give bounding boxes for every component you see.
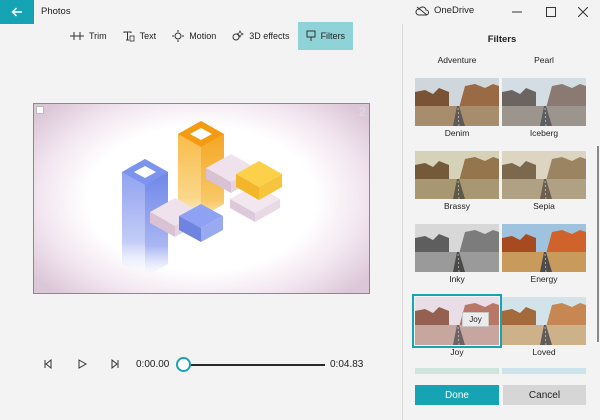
- title-bar: Photos OneDrive: [0, 0, 600, 24]
- close-icon: [578, 7, 588, 17]
- edit-toolbar: Trim Text Motion 3D effects Filters: [62, 22, 354, 50]
- filter-thumbnail-denim[interactable]: [415, 78, 499, 126]
- filter-thumbnail-partial: [502, 368, 586, 374]
- filter-thumbnail-iceberg[interactable]: [502, 78, 586, 126]
- onedrive-label: OneDrive: [434, 5, 475, 16]
- filters-icon: [306, 30, 316, 41]
- app-title: Photos: [41, 6, 71, 17]
- play-icon: [78, 359, 87, 369]
- onedrive-status[interactable]: OneDrive: [415, 5, 474, 16]
- filters-panel-title: Filters: [487, 34, 517, 45]
- tab-3d-effects[interactable]: 3D effects: [224, 22, 297, 50]
- step-forward-icon: [111, 359, 119, 369]
- arrow-left-icon: [11, 7, 22, 17]
- tab-text[interactable]: Text: [115, 22, 165, 50]
- tab-filters[interactable]: Filters: [297, 22, 354, 50]
- filter-label-loved: Loved: [532, 347, 556, 357]
- tab-filters-label: Filters: [320, 31, 346, 41]
- current-time: 0:00.00: [136, 359, 170, 370]
- back-button[interactable]: [0, 0, 34, 24]
- corner-number: 2: [358, 104, 366, 119]
- corner-marker: [36, 106, 44, 114]
- maximize-button[interactable]: [534, 0, 568, 24]
- filter-label-pearl: Pearl: [534, 55, 554, 65]
- filter-thumbnail-energy[interactable]: [502, 224, 586, 272]
- play-button[interactable]: [75, 358, 89, 370]
- done-button[interactable]: Done: [415, 385, 499, 405]
- isometric-blocks-image: [122, 121, 282, 277]
- filter-label-brassy: Brassy: [444, 201, 470, 211]
- tab-motion[interactable]: Motion: [164, 22, 224, 50]
- motion-icon: [172, 30, 185, 42]
- panel-scrollbar[interactable]: [597, 146, 599, 342]
- close-button[interactable]: [566, 0, 600, 24]
- text-icon: [123, 31, 135, 41]
- filter-label-adventure: Adventure: [437, 55, 477, 65]
- filter-label-iceberg: Iceberg: [529, 128, 559, 138]
- video-preview[interactable]: 2: [33, 103, 370, 294]
- total-time: 0:04.83: [330, 359, 364, 370]
- filter-label-sepia: Sepia: [533, 201, 555, 211]
- filter-thumbnail-sepia[interactable]: [502, 151, 586, 199]
- filter-thumbnail-loved[interactable]: [502, 297, 586, 345]
- tab-trim-label: Trim: [89, 31, 107, 41]
- trim-icon: [70, 32, 84, 40]
- filter-thumbnail-brassy[interactable]: [415, 151, 499, 199]
- minimize-icon: [512, 11, 522, 13]
- tab-trim[interactable]: Trim: [62, 22, 115, 50]
- tab-text-label: Text: [139, 31, 157, 41]
- next-frame-button[interactable]: [107, 358, 121, 370]
- filter-label-energy: Energy: [530, 274, 558, 284]
- cancel-button[interactable]: Cancel: [503, 385, 586, 405]
- filter-label-denim: Denim: [444, 128, 470, 138]
- seek-thumb[interactable]: [176, 357, 191, 372]
- tab-motion-label: Motion: [189, 31, 217, 41]
- 3d-effects-icon: [232, 30, 245, 41]
- previous-frame-button[interactable]: [42, 358, 56, 370]
- cloud-off-icon: [415, 6, 429, 15]
- maximize-icon: [546, 7, 556, 17]
- filter-label-inky: Inky: [449, 274, 465, 284]
- filter-thumbnail-partial: [415, 368, 499, 374]
- filter-thumbnail-inky[interactable]: [415, 224, 499, 272]
- minimize-button[interactable]: [500, 0, 534, 24]
- step-back-icon: [44, 359, 52, 369]
- tab-3d-effects-label: 3D effects: [249, 31, 290, 41]
- seek-bar[interactable]: [184, 364, 325, 366]
- filter-label-joy: Joy: [450, 347, 464, 357]
- filter-tooltip: Joy: [462, 312, 489, 327]
